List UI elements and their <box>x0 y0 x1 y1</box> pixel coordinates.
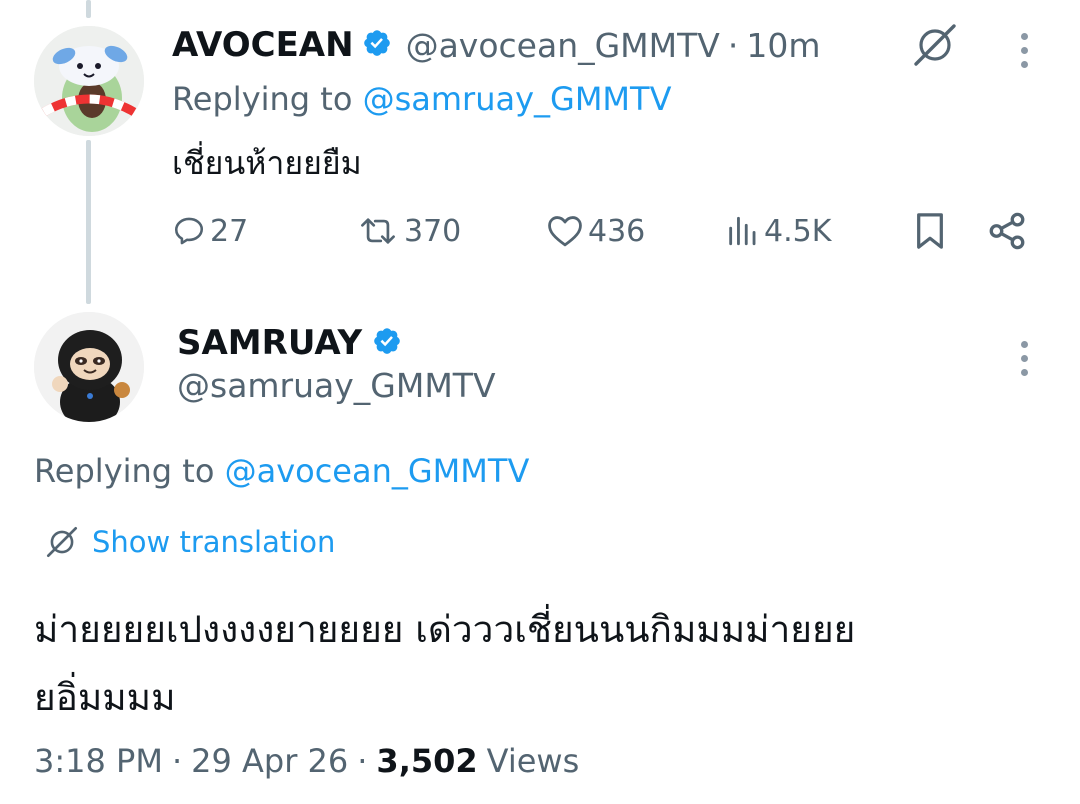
like-count: 436 <box>588 213 646 249</box>
reply-count: 27 <box>210 213 249 249</box>
parent-more-icon[interactable] <box>1019 33 1029 68</box>
samruay-avatar[interactable] <box>34 312 144 422</box>
reply-button[interactable]: 27 <box>172 208 248 254</box>
main-name-line: SAMRUAY <box>177 320 402 366</box>
parent-replying-prefix: Replying to <box>172 80 353 118</box>
repost-count: 370 <box>404 213 462 249</box>
avocado-plush-avatar-image <box>34 26 144 136</box>
verified-badge-icon <box>362 28 392 62</box>
main-meta-line: 3:18 PM · 29 Apr 26 · 3,502 Views <box>34 742 579 780</box>
avocean-avatar[interactable] <box>34 26 144 136</box>
main-more-icon[interactable] <box>1019 341 1029 376</box>
parent-header: AVOCEAN @avocean_GMMTV · 10m <box>172 22 821 68</box>
reply-icon <box>174 217 204 245</box>
main-tweet-text-line2: ยอิ่มมมม <box>34 676 176 719</box>
main-tweet-text-line1: ม่ายยยยเปงงงงยายยยย เด่ววว​เชี่ยนนนกิมมม… <box>34 608 856 651</box>
bookmark-icon[interactable] <box>910 210 950 252</box>
parent-separator: · <box>727 25 739 65</box>
like-icon <box>548 216 582 247</box>
views-total: 3,502 <box>376 742 478 780</box>
thread-line-connector <box>86 140 91 304</box>
repost-button[interactable]: 370 <box>356 208 461 254</box>
meta-dot: · <box>357 742 368 780</box>
thread-line-top <box>86 0 91 18</box>
like-button[interactable]: 436 <box>546 208 645 254</box>
main-display-name[interactable]: SAMRUAY <box>177 323 362 363</box>
parent-replying-to-link[interactable]: @samruay_GMMTV <box>363 80 672 118</box>
views-count: 4.5K <box>764 213 832 249</box>
show-translation-button[interactable]: Show translation <box>44 520 335 564</box>
parent-handle[interactable]: @avocean_GMMTV <box>406 26 720 65</box>
verified-badge-icon <box>372 326 402 360</box>
main-handle[interactable]: @samruay_GMMTV <box>177 366 496 405</box>
views-button[interactable]: 4.5K <box>724 208 831 254</box>
parent-tweet-text: เชี่ยนห้ายยยืม <box>172 144 362 182</box>
sloth-plush-avatar-image <box>34 312 144 422</box>
show-translation-label[interactable]: Show translation <box>92 525 335 559</box>
share-icon[interactable] <box>986 210 1028 252</box>
repost-icon <box>361 218 395 244</box>
parent-replying-line: Replying to @samruay_GMMTV <box>172 80 671 118</box>
post-date[interactable]: 29 Apr 26 <box>191 742 348 780</box>
translate-icon <box>46 526 78 558</box>
post-time[interactable]: 3:18 PM <box>34 742 163 780</box>
views-label: Views <box>486 742 580 780</box>
parent-display-name[interactable]: AVOCEAN <box>172 25 354 65</box>
translate-icon[interactable] <box>910 20 960 70</box>
parent-time[interactable]: 10m <box>746 26 820 65</box>
main-replying-prefix: Replying to <box>34 452 215 490</box>
main-replying-to-link[interactable]: @avocean_GMMTV <box>225 452 530 490</box>
main-replying-line: Replying to @avocean_GMMTV <box>34 452 529 490</box>
meta-dot: · <box>171 742 183 780</box>
views-icon <box>729 216 756 246</box>
